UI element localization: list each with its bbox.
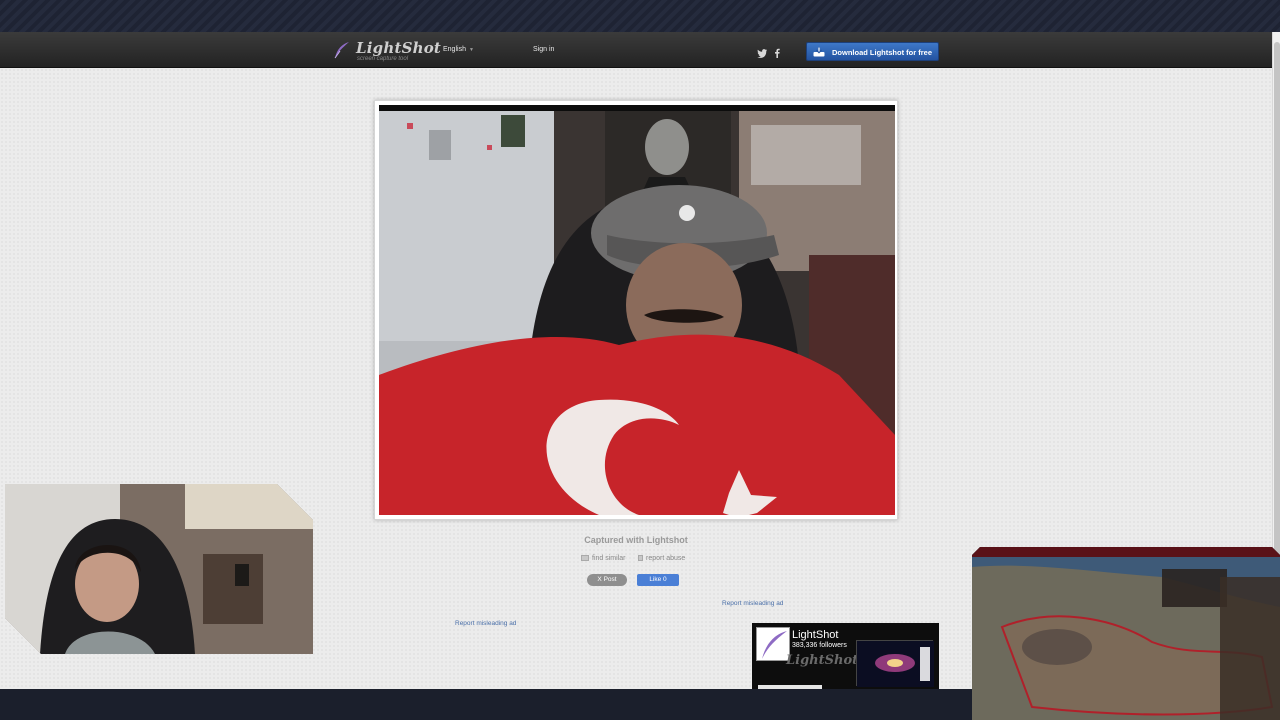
- fb-watermark: LightShot: [786, 653, 859, 668]
- report-misleading-ad-link[interactable]: Report misleading ad: [455, 620, 516, 627]
- feather-icon: [334, 42, 349, 59]
- fb-followers-count: 383,336 followers: [792, 642, 847, 649]
- image-icon: [581, 555, 589, 561]
- find-similar-link[interactable]: find similar: [581, 555, 625, 562]
- fb-page-name[interactable]: LightShot: [792, 629, 838, 641]
- report-abuse-label: report abuse: [646, 555, 686, 562]
- brand-tagline: screen capture tool: [357, 56, 409, 62]
- chevron-down-icon: ▼: [468, 47, 474, 53]
- facebook-page-widget[interactable]: LightShot 383,336 followers LightShot: [752, 623, 939, 689]
- caption-text: Captured with Lightshot: [584, 535, 688, 545]
- download-icon: [813, 47, 825, 57]
- brand-name: LightShot: [356, 39, 442, 57]
- twitter-icon[interactable]: [757, 45, 767, 63]
- language-select[interactable]: English ▼: [443, 46, 474, 53]
- fb-like-button[interactable]: Like 0: [637, 574, 679, 586]
- screenshot-image[interactable]: [379, 105, 895, 515]
- fb-page-avatar: [756, 627, 790, 661]
- x-post-button[interactable]: X Post: [587, 574, 627, 586]
- lightshot-logo[interactable]: LightShot screen capture tool: [332, 38, 441, 66]
- fb-cover-image: [856, 640, 934, 687]
- download-button[interactable]: Download Lightshot for free: [806, 42, 939, 61]
- site-header: LightShot screen capture tool English ▼ S…: [0, 32, 1272, 68]
- stream-top-border: [0, 0, 1280, 32]
- game-overlay: [972, 547, 1280, 720]
- screenshot-frame: [374, 100, 898, 520]
- download-button-label: Download Lightshot for free: [832, 48, 932, 57]
- report-misleading-ad-link[interactable]: Report misleading ad: [722, 600, 783, 607]
- find-similar-label: find similar: [592, 555, 626, 562]
- signin-link[interactable]: Sign in: [533, 46, 554, 53]
- flag-icon: [638, 555, 643, 561]
- facebook-icon[interactable]: [774, 45, 780, 63]
- report-abuse-link[interactable]: report abuse: [638, 555, 685, 562]
- webcam-overlay: [5, 484, 313, 654]
- language-label: English: [443, 46, 466, 53]
